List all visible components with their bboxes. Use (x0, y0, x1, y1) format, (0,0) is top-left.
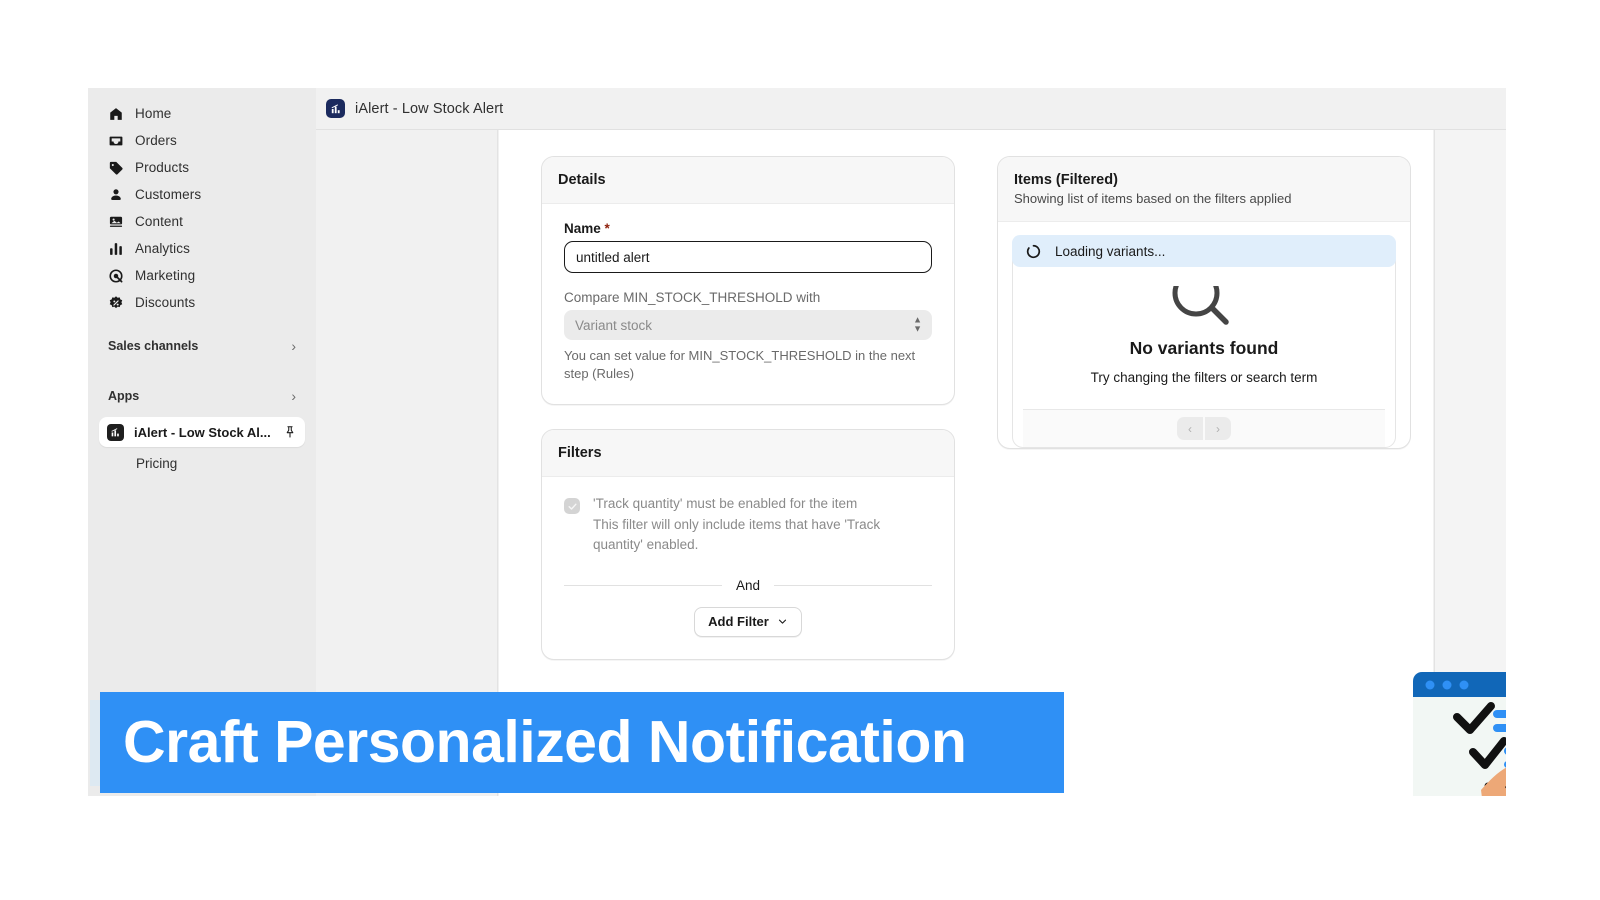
magnifying-glass-icon (1172, 286, 1229, 325)
empty-state-subtitle: Try changing the filters or search term (1090, 370, 1318, 385)
topbar-title: iAlert - Low Stock Alert (355, 100, 504, 117)
sidebar-app-label: iAlert - Low Stock Al... (134, 424, 271, 440)
sidebar-item-products[interactable]: Products (99, 154, 305, 181)
compare-select-wrapper: Variant stock ▲ ▼ (564, 310, 932, 340)
sidebar-item-label: Content (135, 214, 183, 229)
spinner-icon (1026, 244, 1041, 259)
and-divider: And (564, 578, 932, 593)
promo-banner: Craft Personalized Notification (100, 692, 1064, 793)
add-filter-button[interactable]: Add Filter (694, 606, 802, 637)
ialert-app-icon (107, 423, 124, 441)
pagination-prev-button[interactable]: ‹ (1177, 417, 1203, 440)
sidebar-item-pricing[interactable]: Pricing (99, 451, 305, 477)
filter-item: 'Track quantity' must be enabled for the… (564, 494, 932, 556)
content-image-icon (108, 214, 124, 230)
sidebar-item-home[interactable]: Home (99, 100, 305, 127)
select-chevrons-icon: ▲ ▼ (913, 314, 922, 334)
divider-line-right (774, 584, 932, 586)
left-column: Details Name * Compare MIN_STOCK_THRESHO… (541, 156, 955, 684)
variants-pagination: ‹ › (1023, 409, 1385, 447)
analytics-bars-icon (108, 241, 124, 257)
sidebar-item-label: Marketing (135, 268, 196, 283)
name-label-text: Name (564, 221, 601, 236)
app-topbar: iAlert - Low Stock Alert (316, 88, 1506, 130)
details-card-header: Details (542, 157, 954, 204)
admin-app-window: Home Orders Products Customers Content A… (88, 88, 1506, 796)
details-card-body: Name * Compare MIN_STOCK_THRESHOLD with … (542, 204, 954, 404)
sidebar-item-marketing[interactable]: Marketing (99, 262, 305, 289)
filters-card-body: 'Track quantity' must be enabled for the… (542, 477, 954, 659)
filters-card-header: Filters (542, 430, 954, 478)
sidebar-item-label: Analytics (135, 241, 190, 256)
sidebar-section-sales-channels[interactable]: Sales channels › (99, 332, 305, 360)
right-column: Items (Filtered) Showing list of items b… (997, 156, 1411, 473)
items-filtered-card: Items (Filtered) Showing list of items b… (997, 156, 1411, 449)
sidebar-item-orders[interactable]: Orders (99, 127, 305, 154)
topbar-app-icon (326, 99, 345, 118)
name-input[interactable] (564, 241, 932, 273)
pin-icon[interactable] (283, 425, 297, 439)
add-filter-wrapper: Add Filter (564, 606, 932, 637)
pagination-next-button[interactable]: › (1205, 417, 1231, 440)
sidebar-item-label: Orders (135, 133, 177, 148)
sidebar-section-apps[interactable]: Apps › (99, 382, 305, 410)
divider-line-left (564, 584, 722, 586)
sidebar-item-customers[interactable]: Customers (99, 181, 305, 208)
discounts-badge-icon (108, 295, 124, 311)
details-card: Details Name * Compare MIN_STOCK_THRESHO… (541, 156, 955, 406)
compare-select[interactable]: Variant stock (564, 310, 932, 340)
marketing-target-icon (108, 268, 124, 284)
sidebar-item-analytics[interactable]: Analytics (99, 235, 305, 262)
items-card-subtitle: Showing list of items based on the filte… (1014, 191, 1292, 206)
name-field-label: Name * (564, 221, 932, 236)
sidebar-item-label: Products (135, 160, 190, 175)
chevron-right-icon: › (291, 388, 296, 404)
no-variants-empty-state: No variants found Try changing the filte… (1012, 241, 1396, 448)
empty-state-illustration (1023, 286, 1385, 330)
threshold-hint: You can set value for MIN_STOCK_THRESHOL… (564, 348, 916, 381)
compare-field-label: Compare MIN_STOCK_THRESHOLD with (564, 290, 821, 305)
loading-variants-text: Loading variants... (1055, 243, 1166, 259)
loading-variants-banner: Loading variants... (1012, 235, 1396, 267)
sidebar-subitem-label: Pricing (136, 456, 178, 471)
main-sidebar: Home Orders Products Customers Content A… (88, 88, 316, 796)
sidebar-item-discounts[interactable]: Discounts (99, 289, 305, 316)
orders-icon (108, 133, 124, 149)
filter-label: 'Track quantity' must be enabled for the… (593, 496, 858, 512)
items-card-header: Items (Filtered) Showing list of items b… (998, 157, 1410, 222)
sidebar-item-label: Customers (135, 187, 202, 202)
promo-banner-text: Craft Personalized Notification (123, 709, 967, 775)
filter-texts: 'Track quantity' must be enabled for the… (593, 496, 898, 556)
sidebar-section-label: Sales channels (108, 339, 199, 353)
chevron-right-icon: › (291, 338, 296, 354)
sidebar-item-label: Discounts (135, 295, 196, 310)
items-card-title: Items (Filtered) (1014, 172, 1118, 188)
items-card-body: Loading variants... No variants found Tr… (998, 222, 1410, 448)
products-tag-icon (108, 160, 124, 176)
add-filter-label: Add Filter (708, 614, 769, 630)
chevron-down-icon (778, 619, 786, 624)
and-label: And (735, 577, 761, 593)
sidebar-item-content[interactable]: Content (99, 208, 305, 235)
empty-state-title: No variants found (1129, 338, 1279, 358)
filters-card: Filters 'Track quantity' must be enabled… (541, 429, 955, 660)
customers-person-icon (108, 187, 124, 203)
home-icon (108, 106, 124, 122)
filter-description: This filter will only include items that… (593, 517, 881, 553)
filters-card-title: Filters (558, 445, 602, 462)
track-quantity-checkbox (564, 498, 580, 515)
sidebar-item-ialert-app[interactable]: iAlert - Low Stock Al... (99, 417, 305, 447)
cards-grid: Details Name * Compare MIN_STOCK_THRESHO… (541, 156, 1411, 684)
content-right-gutter (1434, 130, 1506, 796)
sidebar-section-label: Apps (108, 389, 140, 403)
details-card-title: Details (558, 172, 606, 188)
screenshot-root: Home Orders Products Customers Content A… (0, 0, 1600, 900)
required-asterisk: * (604, 221, 610, 236)
sidebar-item-label: Home (135, 106, 172, 121)
